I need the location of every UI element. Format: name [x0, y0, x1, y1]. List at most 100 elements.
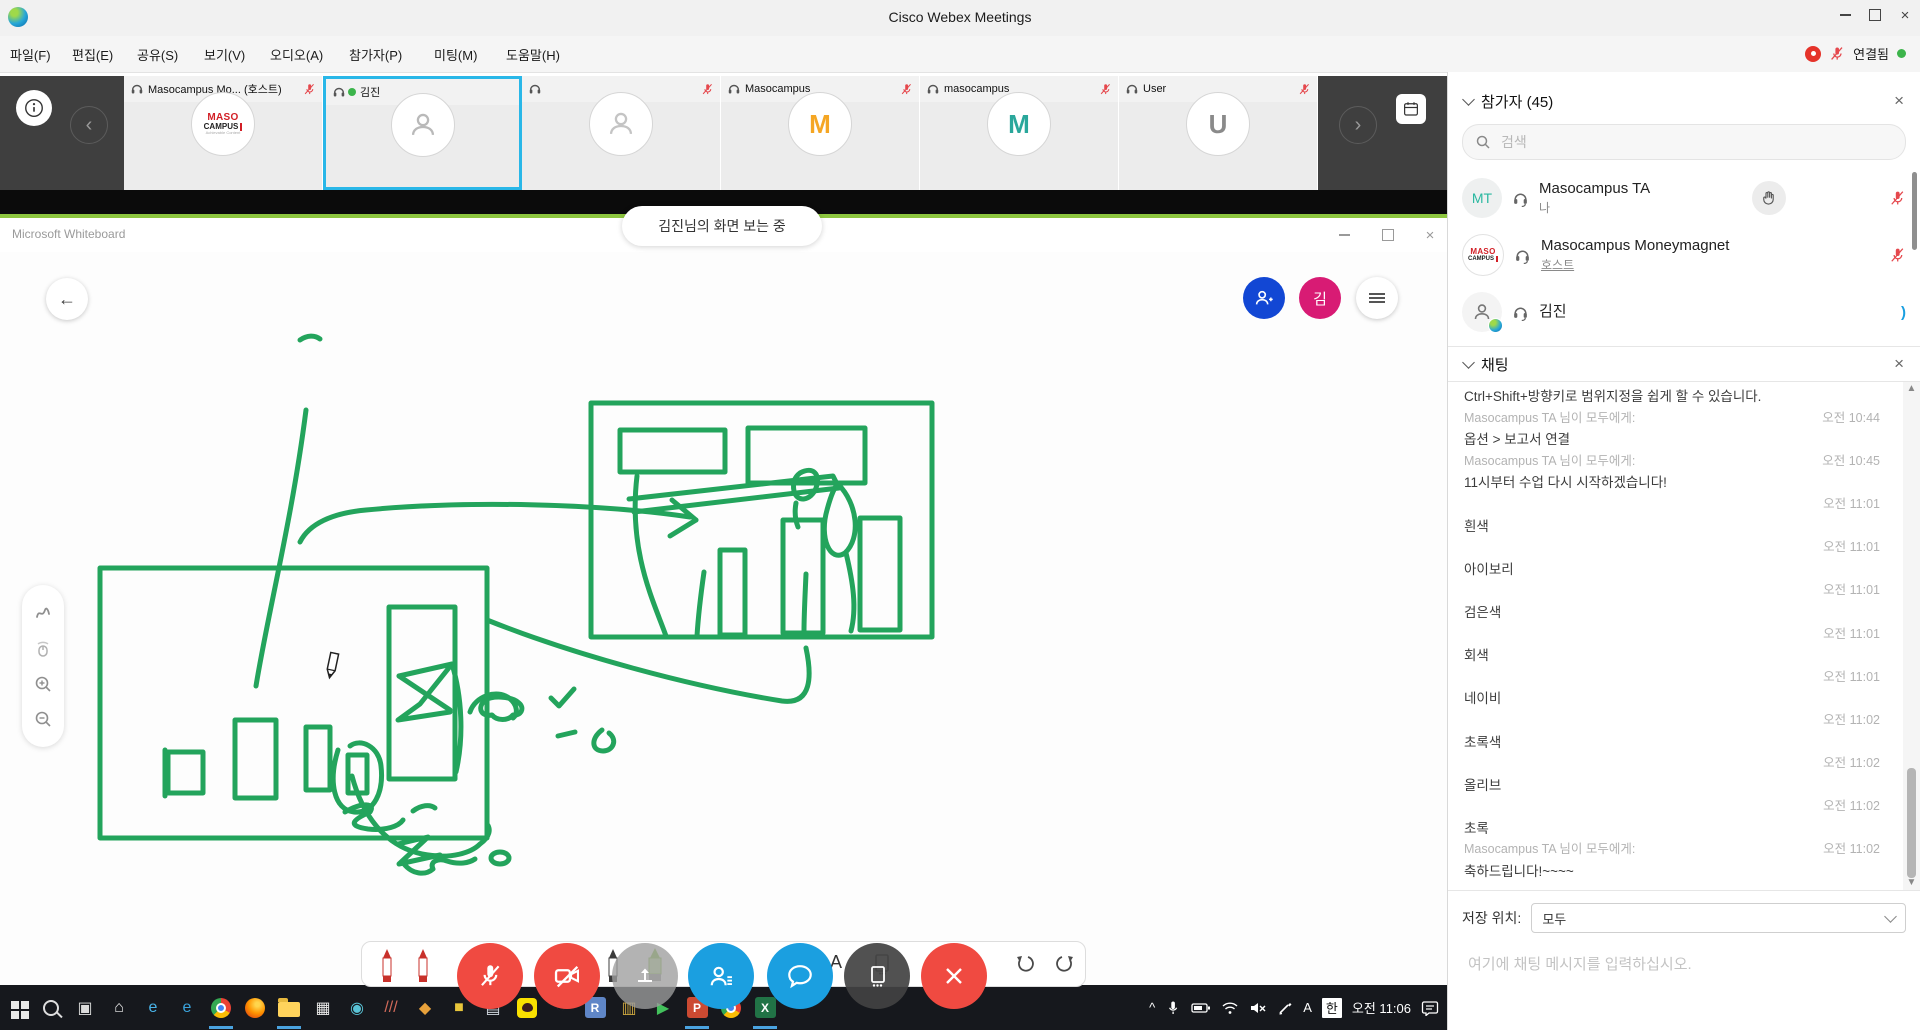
stop-video-button[interactable]	[534, 943, 600, 1009]
back-button[interactable]: ←	[46, 278, 88, 320]
participant-row[interactable]: MT Masocampus TA 나	[1448, 170, 1920, 226]
tray-mic-icon[interactable]	[1165, 1000, 1181, 1016]
undo-button[interactable]	[1012, 951, 1036, 975]
taskbar-icon-task-view[interactable]: ▣	[68, 986, 102, 1030]
menu-file[interactable]: 파일(F)	[10, 45, 51, 64]
chat-time: 오전 11:01	[1823, 537, 1904, 559]
notification-center-icon[interactable]	[1421, 1000, 1439, 1016]
taskbar-icon-edge[interactable]: e	[170, 986, 204, 1030]
wb-minimize-button[interactable]	[1329, 222, 1359, 248]
video-tile[interactable]: MASO CAMPUS Achievable Content Masocampu…	[124, 76, 323, 190]
participants-button[interactable]	[688, 943, 754, 1009]
search-input[interactable]	[1499, 133, 1823, 151]
menu-audio[interactable]: 오디오(A)	[270, 45, 323, 64]
chat-input[interactable]	[1466, 955, 1890, 974]
scroll-right-button[interactable]: ›	[1339, 106, 1377, 144]
zoom-out-icon[interactable]	[33, 709, 53, 729]
mic-muted-icon	[1829, 46, 1845, 62]
menu-participants[interactable]: 참가자(P)	[349, 45, 402, 64]
tray-ime-indicator[interactable]: 한	[1322, 998, 1342, 1018]
redo-button[interactable]	[1054, 951, 1078, 975]
video-tile[interactable]: M Masocampus	[721, 76, 920, 190]
taskbar-icon-internet-explorer[interactable]: e	[136, 986, 170, 1030]
chat-time: 오전 11:01	[1823, 667, 1904, 689]
participants-scrollbar[interactable]	[1912, 172, 1917, 250]
wb-close-button[interactable]: ×	[1415, 222, 1445, 248]
user-avatar-button[interactable]: 김	[1299, 277, 1341, 319]
wb-maximize-button[interactable]	[1373, 222, 1403, 248]
menu-meeting[interactable]: 미팅(M)	[434, 45, 477, 64]
more-options-button[interactable]	[844, 943, 910, 1009]
video-strip: ‹ MASO CAMPUS Achievable Content Masocam…	[0, 76, 1447, 190]
taskbar-icon-store[interactable]: ⌂	[102, 986, 136, 1030]
video-tile[interactable]: M masocampus	[920, 76, 1119, 190]
mute-button[interactable]	[457, 943, 523, 1009]
participant-row[interactable]: MASOCAMPUS Masocampus Moneymagnet 호스트	[1448, 226, 1920, 284]
chat-input-area	[1448, 941, 1920, 988]
chat-button[interactable]	[767, 943, 833, 1009]
maximize-button[interactable]	[1860, 2, 1890, 28]
taskbar-icon-firefox[interactable]	[238, 986, 272, 1030]
minimize-button[interactable]	[1830, 2, 1860, 28]
leave-meeting-button[interactable]	[921, 943, 987, 1009]
raised-hand-icon	[1752, 181, 1786, 215]
chat-time: 오전 10:44	[1822, 408, 1904, 430]
info-icon[interactable]	[16, 90, 52, 126]
whiteboard-title: Microsoft Whiteboard	[12, 227, 125, 241]
tray-battery-icon[interactable]	[1191, 1002, 1211, 1014]
chat-message: 네이비	[1464, 688, 1501, 710]
taskbar-icon-calculator[interactable]: ▦	[306, 986, 340, 1030]
chevron-down-icon[interactable]	[1462, 93, 1475, 106]
taskbar-icon-photos[interactable]: ◉	[340, 986, 374, 1030]
taskbar-icon-security-app[interactable]: ◆	[408, 986, 442, 1030]
chat-scrollbar-thumb[interactable]	[1907, 768, 1916, 878]
chat-target-select[interactable]: 모두	[1531, 903, 1906, 933]
avatar: MT	[1462, 178, 1502, 218]
menu-button[interactable]	[1356, 277, 1398, 319]
zoom-in-icon[interactable]	[33, 674, 53, 694]
video-tile[interactable]: U User	[1119, 76, 1318, 190]
scroll-left-button[interactable]: ‹	[70, 106, 108, 144]
close-button[interactable]: ×	[1890, 2, 1920, 28]
calendar-button[interactable]	[1396, 94, 1426, 124]
participant-row[interactable]: 김진 )	[1448, 284, 1920, 340]
remote-control-icon[interactable]	[33, 638, 53, 658]
annotate-pen-icon[interactable]	[33, 603, 53, 623]
tray-pen-icon[interactable]	[1277, 1000, 1293, 1016]
menu-edit[interactable]: 편집(E)	[72, 45, 113, 64]
red-pen-tool-2[interactable]	[416, 948, 430, 984]
chat-close-button[interactable]: ×	[1894, 354, 1904, 374]
taskbar-icon-start-button[interactable]	[0, 986, 34, 1030]
participants-close-button[interactable]: ×	[1894, 91, 1904, 111]
chat-message: 올리브	[1464, 775, 1501, 797]
share-button[interactable]	[612, 943, 678, 1009]
chat-scrollbar[interactable]: ▲ ▼	[1903, 382, 1920, 890]
tray-clock[interactable]: 오전 11:06	[1352, 998, 1411, 1017]
tray-expand-icon[interactable]: ^	[1149, 1000, 1155, 1015]
taskbar-icon-paint-pens[interactable]: ///	[374, 986, 408, 1030]
mic-muted-icon[interactable]	[1889, 247, 1906, 264]
menu-view[interactable]: 보기(V)	[204, 45, 245, 64]
taskbar-icon-file-explorer[interactable]	[272, 986, 306, 1030]
invite-button[interactable]	[1243, 277, 1285, 319]
taskbar-icon-chrome[interactable]	[204, 986, 238, 1030]
menu-share[interactable]: 공유(S)	[137, 45, 178, 64]
tray-volume-muted-icon[interactable]	[1249, 1001, 1267, 1015]
mic-muted-icon[interactable]	[1889, 190, 1906, 207]
tray-lang-indicator[interactable]: A	[1303, 1000, 1312, 1015]
chevron-down-icon[interactable]	[1462, 356, 1475, 369]
recording-icon[interactable]	[1805, 46, 1821, 62]
taskbar-icon-search[interactable]	[34, 986, 68, 1030]
share-screen-icon	[632, 963, 658, 989]
menu-help[interactable]: 도움말(H)	[506, 45, 560, 64]
headset-icon	[130, 82, 144, 96]
headset-icon	[1514, 247, 1531, 264]
chat-sender: Masocampus TA 님이 모두에게:	[1464, 451, 1635, 473]
participant-name: Masocampus TA	[1539, 180, 1650, 199]
chat-message: 초록색	[1464, 732, 1501, 754]
participant-search[interactable]	[1462, 124, 1906, 160]
video-tile-selected[interactable]: 김진	[323, 76, 522, 190]
tray-wifi-icon[interactable]	[1221, 1001, 1239, 1015]
red-pen-tool[interactable]	[380, 948, 394, 984]
video-tile[interactable]	[522, 76, 721, 190]
